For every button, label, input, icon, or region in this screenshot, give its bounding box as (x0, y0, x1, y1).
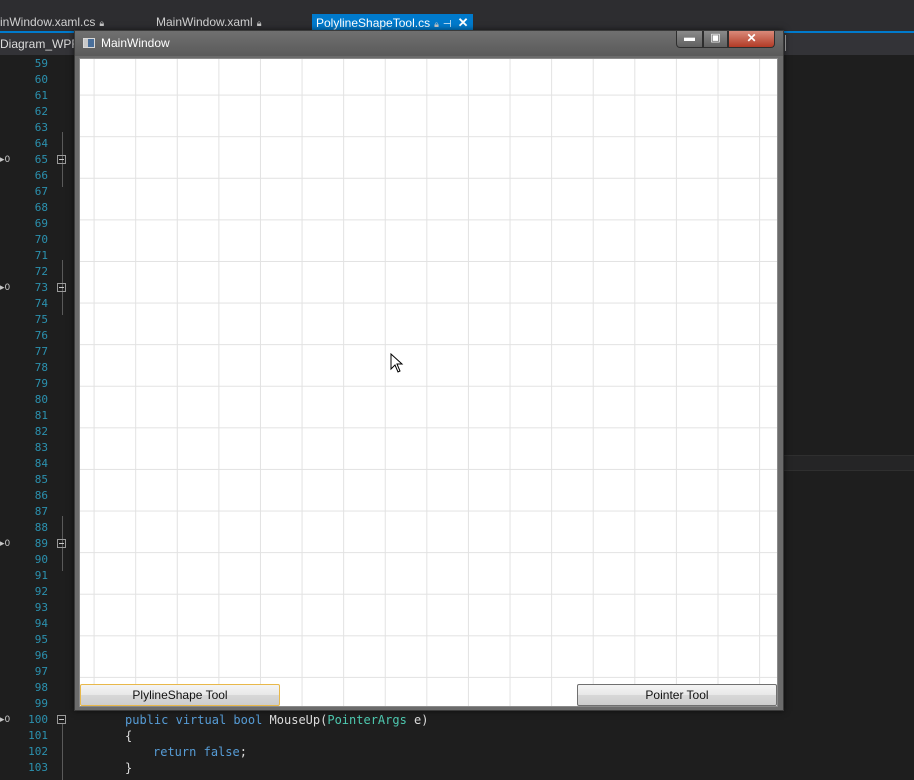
code-line-102[interactable]: return false; (153, 744, 247, 760)
collapse-icon[interactable] (57, 715, 66, 724)
line-number: 103 (28, 761, 48, 774)
line-number: 82 (34, 425, 48, 438)
line-number: 69 (34, 217, 48, 230)
line-number: 73 (34, 281, 48, 294)
line-number: 87 (34, 505, 48, 518)
line-number: 92 (34, 585, 48, 598)
code-token: bool (233, 713, 263, 727)
mouse-cursor-icon (390, 353, 404, 373)
line-number: 93 (34, 601, 48, 614)
code-line-101[interactable]: { (125, 728, 132, 744)
line-number: 98 (34, 681, 48, 694)
line-number: 68 (34, 201, 48, 214)
line-number: 96 (34, 649, 48, 662)
line-number: 76 (34, 329, 48, 342)
code-token: MouseUp( (269, 713, 328, 727)
lock-icon: 🔒︎ (99, 18, 105, 28)
window-title-bar[interactable]: MainWindow ▬ ▣ ✕ (75, 31, 783, 56)
app-window-icon[interactable] (83, 38, 95, 48)
current-line-highlight (780, 455, 914, 471)
tab-label: inWindow.xaml.cs (0, 15, 96, 29)
window-controls: ▬ ▣ ✕ (676, 31, 775, 49)
line-number: 67 (34, 185, 48, 198)
line-number: 100 (28, 713, 48, 726)
line-number: 70 (34, 233, 48, 246)
line-number: 90 (34, 553, 48, 566)
line-number: 65 (34, 153, 48, 166)
line-number: 99 (34, 697, 48, 710)
editor-gutter: ▸0 ▸0 ▸0 ▸0 59 60 61 62 63 64 65 66 67 68 69 70 71 72… (0, 55, 75, 780)
line-number: 97 (34, 665, 48, 678)
code-token: virtual (175, 713, 227, 727)
collapse-icon[interactable] (57, 155, 66, 164)
code-token: return (153, 745, 197, 759)
code-token: false (203, 745, 240, 759)
navbar-divider (785, 35, 790, 51)
line-number: 88 (34, 521, 48, 534)
line-number: 71 (34, 249, 48, 262)
pointer-tool-button[interactable]: Pointer Tool (577, 684, 777, 706)
pin-icon[interactable]: ⊣ (443, 19, 452, 30)
tab-label: PolylineShapeTool.cs (316, 16, 431, 30)
line-number: 86 (34, 489, 48, 502)
line-number: 66 (34, 169, 48, 182)
code-line-103[interactable]: } (125, 760, 132, 776)
line-number: 61 (34, 89, 48, 102)
line-number: 75 (34, 313, 48, 326)
line-number: 89 (34, 537, 48, 550)
code-line-100[interactable]: public virtual bool MouseUp(PointerArgs … (125, 712, 429, 728)
tab-mainwindow-xaml[interactable]: MainWindow.xaml 🔒︎ (156, 14, 262, 31)
fold-guide (62, 724, 63, 780)
line-number: 79 (34, 377, 48, 390)
tab-polylineshapetool-cs[interactable]: PolylineShapeTool.cs 🔒︎ ⊣ ✕ (312, 14, 473, 31)
code-token: e) (406, 713, 429, 727)
project-dropdown[interactable]: Diagram_WPF (0, 37, 79, 51)
window-title: MainWindow (101, 36, 170, 50)
line-number: 94 (34, 617, 48, 630)
maximize-button[interactable]: ▣ (703, 31, 728, 48)
line-number: 95 (34, 633, 48, 646)
line-number: 72 (34, 265, 48, 278)
minimize-button[interactable]: ▬ (676, 31, 703, 48)
main-window[interactable]: MainWindow ▬ ▣ ✕ PlylineShape Tool Point… (74, 30, 784, 711)
tab-label: MainWindow.xaml (156, 15, 253, 29)
line-number: 83 (34, 441, 48, 454)
ide-tab-bar: inWindow.xaml.cs 🔒︎ MainWindow.xaml 🔒︎ Pol… (0, 0, 914, 33)
polyline-shape-tool-button[interactable]: PlylineShape Tool (80, 684, 280, 706)
line-number: 59 (34, 57, 48, 70)
collapse-icon[interactable] (57, 283, 66, 292)
line-number: 80 (34, 393, 48, 406)
code-token: public (125, 713, 169, 727)
line-number: 85 (34, 473, 48, 486)
line-number: 102 (28, 745, 48, 758)
line-number: 62 (34, 105, 48, 118)
close-tab-icon[interactable]: ✕ (458, 15, 469, 30)
collapse-icon[interactable] (57, 539, 66, 548)
lock-icon: 🔒︎ (434, 19, 439, 29)
line-number: 63 (34, 121, 48, 134)
line-number: 60 (34, 73, 48, 86)
close-button[interactable]: ✕ (728, 31, 775, 48)
code-token: ; (239, 745, 247, 759)
tab-mainwindow-xaml-cs[interactable]: inWindow.xaml.cs 🔒︎ (0, 14, 104, 31)
line-number: 77 (34, 345, 48, 358)
line-number: 74 (34, 297, 48, 310)
code-token: PointerArgs (327, 713, 407, 727)
line-number: 64 (34, 137, 48, 150)
lock-icon: 🔒︎ (256, 18, 262, 28)
line-number: 101 (28, 729, 48, 742)
line-number: 84 (34, 457, 48, 470)
diagram-canvas[interactable] (79, 58, 778, 707)
line-number: 78 (34, 361, 48, 374)
line-number: 81 (34, 409, 48, 422)
line-number: 91 (34, 569, 48, 582)
